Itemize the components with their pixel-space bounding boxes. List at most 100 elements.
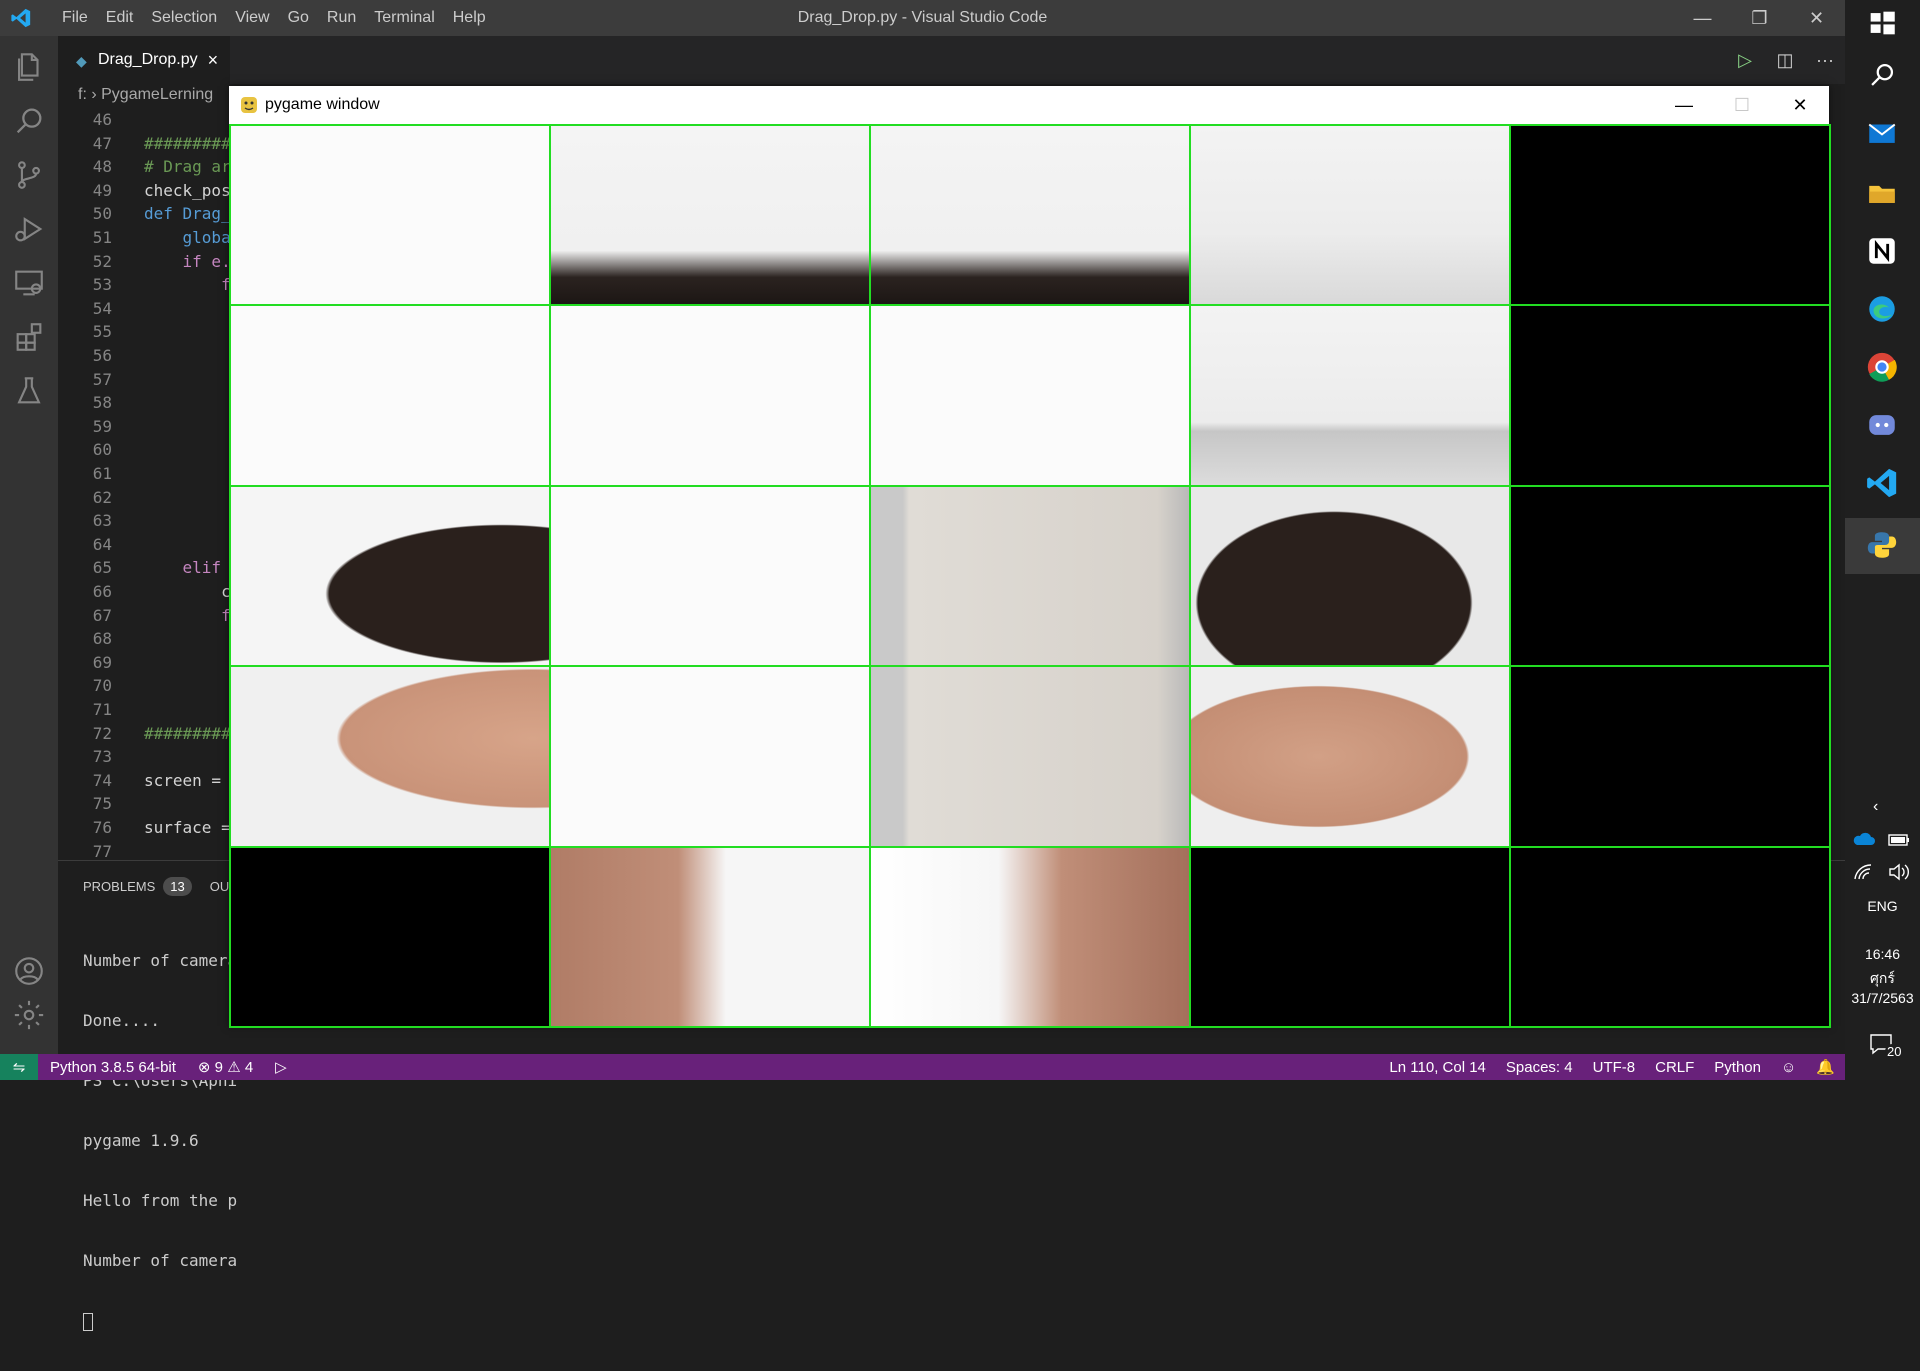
puzzle-tile-wall-bottom[interactable] <box>1189 304 1511 487</box>
clock-day[interactable]: ศุกร์ <box>1845 968 1920 990</box>
code-line[interactable]: 58 <box>58 391 112 415</box>
code-line[interactable]: 75 <box>58 792 112 816</box>
remote-indicator-icon[interactable]: ⇋ <box>0 1054 38 1080</box>
puzzle-tile-black[interactable] <box>1509 124 1831 307</box>
mail-icon[interactable] <box>1865 116 1899 150</box>
puzzle-tile-white[interactable] <box>869 304 1191 487</box>
menu-edit[interactable]: Edit <box>97 9 143 27</box>
breadcrumb-folder[interactable]: PygameLerning <box>101 86 213 103</box>
split-editor-icon[interactable]: ◫ <box>1765 50 1805 71</box>
code-line[interactable]: 57 <box>58 368 112 392</box>
puzzle-tile-white[interactable] <box>549 665 871 848</box>
code-line[interactable]: 62 <box>58 486 112 510</box>
run-debug-icon[interactable] <box>12 212 46 246</box>
notifications-bell-icon[interactable]: 🔔 <box>1816 1058 1835 1076</box>
pygame-title-bar[interactable]: pygame window — ☐ ✕ <box>229 86 1829 124</box>
close-button[interactable]: ✕ <box>1788 0 1845 36</box>
account-icon[interactable] <box>12 954 46 988</box>
code-line[interactable]: 59 <box>58 415 112 439</box>
puzzle-tile-chin-left[interactable] <box>549 845 871 1028</box>
pygame-window[interactable]: pygame window — ☐ ✕ <box>229 86 1831 1028</box>
code-line[interactable]: 67 f <box>58 604 231 628</box>
input-language[interactable]: ENG <box>1845 898 1920 914</box>
remote-explorer-icon[interactable] <box>12 266 46 300</box>
puzzle-tile-head-top[interactable] <box>549 124 871 307</box>
menu-view[interactable]: View <box>226 9 278 27</box>
code-line[interactable]: 56 <box>58 344 112 368</box>
code-line[interactable]: 48 # Drag ar <box>58 155 231 179</box>
code-line[interactable]: 47 ########## <box>58 132 241 156</box>
chrome-browser-icon[interactable] <box>1865 350 1899 384</box>
vscode-taskbar-icon[interactable] <box>1865 466 1899 500</box>
run-icon[interactable]: ▷ <box>275 1058 287 1076</box>
search-icon[interactable] <box>12 104 46 138</box>
code-line[interactable]: 68 <box>58 627 112 651</box>
discord-icon[interactable] <box>1865 408 1899 442</box>
puzzle-tile-black[interactable] <box>1509 304 1831 487</box>
code-line[interactable]: 66 c <box>58 580 231 604</box>
show-hidden-icons-chevron-icon[interactable]: ‹ <box>1873 798 1878 816</box>
source-control-icon[interactable] <box>12 158 46 192</box>
code-line[interactable]: 71 <box>58 698 112 722</box>
battery-icon[interactable] <box>1887 832 1911 848</box>
code-line[interactable]: 53 f <box>58 273 231 297</box>
puzzle-tile-head-top[interactable] <box>869 124 1191 307</box>
wifi-icon[interactable] <box>1852 862 1876 882</box>
tab-output[interactable]: OU <box>210 879 230 894</box>
pygame-close-button[interactable]: ✕ <box>1771 86 1829 124</box>
code-line[interactable]: 55 <box>58 320 112 344</box>
code-line[interactable]: 46 <box>58 108 112 132</box>
puzzle-tile-white[interactable] <box>229 304 551 487</box>
code-line[interactable]: 49 check_pos <box>58 179 231 203</box>
onedrive-cloud-icon[interactable] <box>1852 830 1876 848</box>
tab-drag-drop[interactable]: ◆ Drag_Drop.py × <box>58 36 230 84</box>
more-actions-icon[interactable]: ··· <box>1805 50 1845 71</box>
tab-close-icon[interactable]: × <box>208 50 219 71</box>
code-line[interactable]: 61 <box>58 462 112 486</box>
puzzle-tile-black[interactable] <box>1189 845 1511 1028</box>
pygame-minimize-button[interactable]: — <box>1655 86 1713 124</box>
testing-flask-icon[interactable] <box>12 374 46 408</box>
menu-go[interactable]: Go <box>279 9 318 27</box>
puzzle-tile-door[interactable] <box>869 484 1191 668</box>
explorer-icon[interactable] <box>12 50 46 84</box>
menu-file[interactable]: File <box>53 9 97 27</box>
indentation[interactable]: Spaces: 4 <box>1506 1059 1573 1076</box>
puzzle-tile-white[interactable] <box>549 304 871 487</box>
cursor-position[interactable]: Ln 110, Col 14 <box>1389 1059 1485 1076</box>
run-file-icon[interactable]: ▷ <box>1725 50 1765 71</box>
feedback-icon[interactable]: ☺ <box>1781 1059 1796 1076</box>
puzzle-tile-white[interactable] <box>549 484 871 668</box>
puzzle-tile-black[interactable] <box>1509 665 1831 848</box>
code-line[interactable]: 63 <box>58 509 112 533</box>
puzzle-tile-face-left-eye[interactable] <box>229 665 551 848</box>
puzzle-tile-black[interactable] <box>1509 845 1831 1028</box>
breadcrumb-drive[interactable]: f: <box>78 86 87 103</box>
windows-start-icon[interactable] <box>1865 6 1899 40</box>
puzzle-tile-white[interactable] <box>229 124 551 307</box>
puzzle-tile-black[interactable] <box>229 845 551 1028</box>
menu-help[interactable]: Help <box>444 9 495 27</box>
language-mode[interactable]: Python <box>1714 1059 1761 1076</box>
edge-browser-icon[interactable] <box>1865 292 1899 326</box>
code-line[interactable]: 52 if e. <box>58 250 231 274</box>
puzzle-tile-chin-right[interactable] <box>869 845 1191 1028</box>
extensions-icon[interactable] <box>12 320 46 354</box>
code-line[interactable]: 69 <box>58 651 112 675</box>
pygame-maximize-button[interactable]: ☐ <box>1713 86 1771 124</box>
encoding[interactable]: UTF-8 <box>1593 1059 1636 1076</box>
minimize-button[interactable]: — <box>1674 0 1731 36</box>
menu-selection[interactable]: Selection <box>142 9 226 27</box>
clock-time[interactable]: 16:46 <box>1845 946 1920 962</box>
code-line[interactable]: 65 elif <box>58 556 221 580</box>
volume-icon[interactable] <box>1887 862 1911 882</box>
code-line[interactable]: 74 screen = <box>58 769 221 793</box>
code-line[interactable]: 51 globa <box>58 226 231 250</box>
puzzle-tile-face-left-hair[interactable] <box>229 484 551 668</box>
puzzle-tile-wall-corner[interactable] <box>1189 124 1511 307</box>
puzzle-grid[interactable] <box>229 124 1831 1028</box>
terminal-output[interactable]: Number of camera Done.... PS C:\Users\Ap… <box>83 911 237 1371</box>
code-line[interactable]: 70 <box>58 674 112 698</box>
puzzle-tile-face-right-hair[interactable] <box>1189 484 1511 668</box>
menu-terminal[interactable]: Terminal <box>365 9 443 27</box>
